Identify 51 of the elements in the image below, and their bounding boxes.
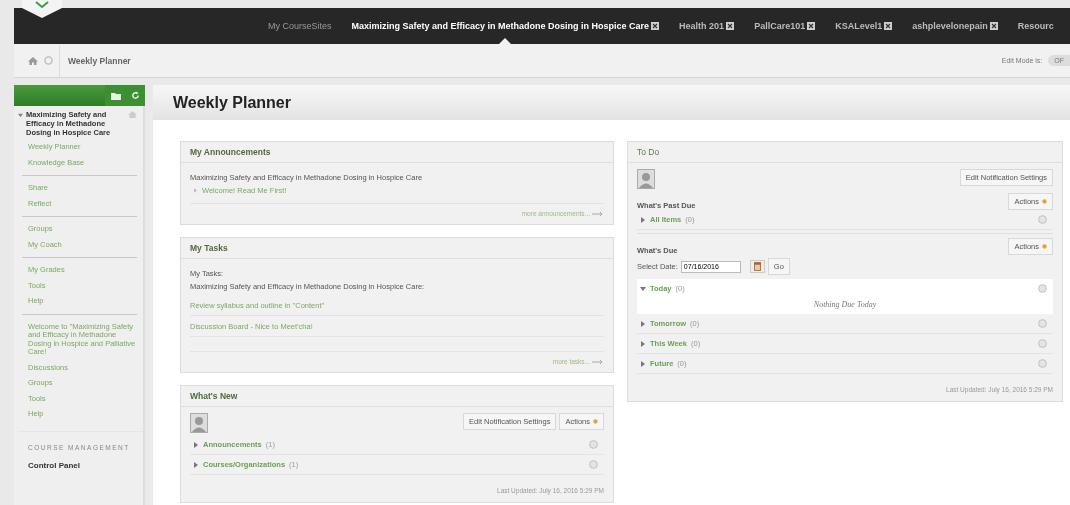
close-icon[interactable] bbox=[989, 22, 998, 30]
folder-button[interactable] bbox=[105, 85, 125, 106]
caret-down-icon bbox=[18, 113, 23, 118]
panel-title: My Tasks bbox=[190, 243, 228, 253]
course-tab[interactable]: My CourseSites bbox=[258, 8, 342, 44]
empty-message: Nothing Due Today bbox=[812, 299, 878, 311]
dismiss-icon[interactable] bbox=[589, 460, 598, 469]
panel-title: My Announcements bbox=[190, 147, 271, 157]
avatar-icon bbox=[190, 413, 208, 433]
panel-title: What's New bbox=[190, 391, 238, 401]
close-icon[interactable] bbox=[807, 22, 816, 30]
refresh-button[interactable] bbox=[125, 85, 145, 106]
asterisk-icon bbox=[593, 419, 598, 424]
bullet-icon bbox=[194, 188, 197, 193]
close-icon[interactable] bbox=[726, 22, 735, 30]
page-title: Weekly Planner bbox=[173, 93, 291, 112]
caret-right-icon bbox=[640, 216, 646, 223]
course-tab[interactable]: KSALevel1 bbox=[825, 8, 903, 44]
caret-right-icon bbox=[193, 441, 199, 448]
refresh-icon bbox=[131, 91, 140, 100]
calendar-button[interactable] bbox=[749, 260, 765, 273]
arrow-icon bbox=[592, 358, 604, 365]
folder-icon bbox=[110, 91, 121, 100]
circle-icon[interactable] bbox=[44, 56, 53, 65]
caret-right-icon bbox=[193, 461, 199, 468]
caret-right-icon bbox=[640, 340, 646, 347]
home-icon[interactable] bbox=[128, 110, 137, 119]
caret-down-icon bbox=[640, 285, 646, 292]
asterisk-icon bbox=[1042, 244, 1047, 249]
dismiss-icon[interactable] bbox=[1038, 339, 1047, 348]
asterisk-icon bbox=[1042, 199, 1047, 204]
dismiss-icon[interactable] bbox=[589, 440, 598, 449]
caret-right-icon bbox=[640, 320, 646, 327]
avatar-icon bbox=[637, 169, 655, 189]
course-tab[interactable]: ashplevelonepain bbox=[902, 8, 1008, 44]
course-tab[interactable]: Health 201 bbox=[669, 8, 745, 44]
dismiss-icon[interactable] bbox=[1038, 284, 1047, 293]
caret-right-icon bbox=[640, 360, 646, 367]
course-tab[interactable]: Resourc bbox=[1007, 8, 1064, 44]
close-icon[interactable] bbox=[884, 22, 893, 30]
close-icon[interactable] bbox=[651, 22, 660, 30]
panel-title: To Do bbox=[637, 147, 660, 157]
home-icon[interactable] bbox=[28, 55, 38, 66]
calendar-icon bbox=[753, 262, 761, 271]
dismiss-icon[interactable] bbox=[1038, 215, 1047, 224]
arrow-icon bbox=[592, 210, 604, 217]
dismiss-icon[interactable] bbox=[1038, 319, 1047, 328]
dismiss-icon[interactable] bbox=[1038, 359, 1047, 368]
course-tab[interactable]: PallCare101 bbox=[744, 8, 826, 44]
breadcrumb-item: Weekly Planner bbox=[59, 44, 131, 77]
sidebar-section-item[interactable]: Control Panel bbox=[28, 460, 143, 470]
